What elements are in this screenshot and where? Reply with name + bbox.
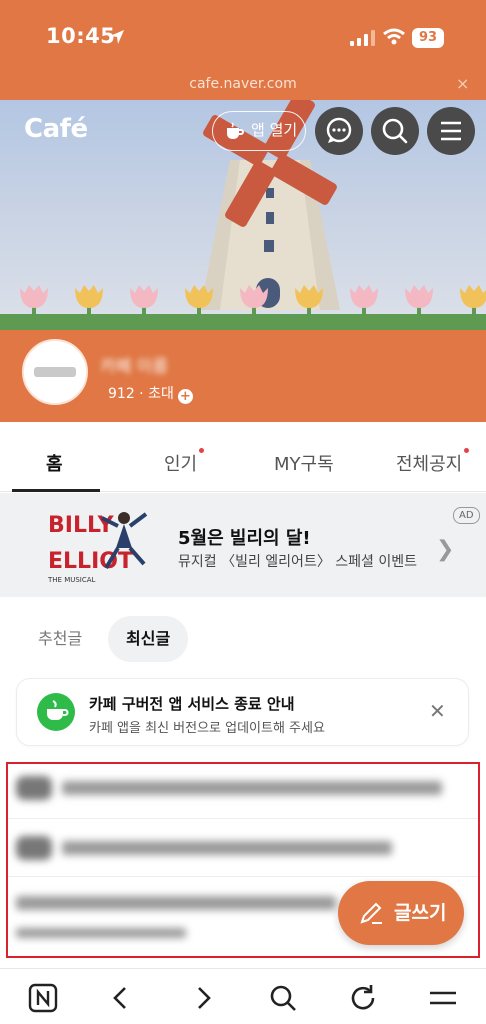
invite-plus-icon[interactable]: + (177, 389, 193, 404)
naver-home-icon[interactable] (26, 981, 60, 1015)
coffee-cup-icon (227, 122, 244, 139)
billy-elliot-poster[interactable]: BILLY ELLIOT THE MUSICAL (46, 502, 152, 586)
notice-title[interactable]: 카페 구버전 앱 서비스 종료 안내 (89, 693, 295, 714)
open-app-label[interactable]: 앱 열기 (251, 121, 297, 139)
close-icon[interactable]: ✕ (429, 699, 446, 723)
tulip (75, 285, 103, 308)
chat-button[interactable] (315, 107, 363, 155)
svg-text:ELLIOT: ELLIOT (48, 549, 133, 574)
cafe-meta: 912 · 초대 + (108, 383, 193, 404)
reload-icon[interactable] (346, 981, 380, 1015)
active-tab-indicator (12, 489, 100, 492)
avatar-blur (34, 367, 76, 377)
open-app-button[interactable]: 앱 열기 (212, 111, 306, 151)
list-item[interactable] (16, 776, 442, 802)
back-icon[interactable] (104, 981, 138, 1015)
write-post-button[interactable]: 글쓰기 (338, 881, 464, 945)
tulip (460, 285, 486, 308)
cafe-logo[interactable]: Café (24, 114, 88, 144)
write-post-label[interactable]: 글쓰기 (394, 902, 446, 924)
tab-all-notices[interactable]: 전체공지 (396, 448, 470, 476)
new-dot (199, 448, 205, 453)
sort-recommended-button[interactable]: 추천글 (20, 616, 100, 662)
close-icon[interactable]: × (456, 74, 469, 93)
status-time: 10:45 (46, 24, 116, 48)
list-item[interactable] (16, 836, 392, 862)
tab-my-label[interactable]: MY구독 (274, 454, 334, 475)
status-bar: 10:45 93 (0, 0, 486, 70)
cafe-member-count: 912 · 초대 (108, 386, 174, 402)
tab-notices-label[interactable]: 전체공지 (396, 454, 462, 475)
tab-bar: 홈 인기 MY구독 전체공지 (0, 432, 486, 492)
menu-icon (441, 121, 461, 141)
url-text[interactable]: cafe.naver.com (0, 76, 486, 92)
list-item-meta (16, 922, 186, 948)
browser-bottom-nav (0, 968, 486, 1024)
location-arrow-icon (110, 30, 124, 44)
tab-home[interactable]: 홈 (46, 450, 63, 476)
menu-icon[interactable] (426, 981, 460, 1015)
new-dot (464, 448, 470, 453)
tulip (405, 285, 433, 308)
tab-popular[interactable]: 인기 (164, 448, 205, 476)
battery-indicator: 93 (412, 28, 444, 48)
chevron-right-icon[interactable]: ❯ (436, 537, 454, 562)
ad-subtitle[interactable]: 뮤지컬 〈빌리 엘리어트〉 스페셜 이벤트 (178, 551, 417, 571)
search-icon (382, 118, 408, 144)
cafe-app-icon (37, 693, 75, 731)
pencil-icon (360, 902, 382, 924)
search-icon[interactable] (266, 981, 300, 1015)
menu-button[interactable] (427, 107, 475, 155)
search-button[interactable] (371, 107, 419, 155)
avatar[interactable] (22, 339, 88, 405)
tab-home-label[interactable]: 홈 (46, 454, 63, 475)
ad-title[interactable]: 5월은 빌리의 달! (178, 524, 311, 550)
chat-icon (326, 117, 352, 143)
signal-icon (350, 30, 375, 46)
tulip (350, 285, 378, 308)
tulip (20, 285, 48, 308)
forward-icon[interactable] (186, 981, 220, 1015)
app-update-notice[interactable]: 카페 구버전 앱 서비스 종료 안내 카페 앱을 최신 버전으로 업데이트해 주… (16, 678, 469, 746)
list-item[interactable] (16, 892, 336, 918)
svg-text:THE MUSICAL: THE MUSICAL (47, 576, 96, 584)
sort-latest-button[interactable]: 최신글 (108, 616, 189, 662)
cafe-name[interactable]: 카페 이름 (100, 352, 168, 377)
notice-subtitle: 카페 앱을 최신 버전으로 업데이트해 주세요 (89, 721, 325, 736)
svg-text:BILLY: BILLY (48, 513, 115, 538)
tulip (130, 285, 158, 308)
wifi-icon (383, 28, 405, 45)
tab-popular-label[interactable]: 인기 (164, 454, 197, 475)
browser-url-bar[interactable]: cafe.naver.com × (0, 70, 486, 100)
ad-badge[interactable]: AD (453, 507, 480, 524)
tab-my-subscriptions[interactable]: MY구독 (274, 450, 334, 476)
